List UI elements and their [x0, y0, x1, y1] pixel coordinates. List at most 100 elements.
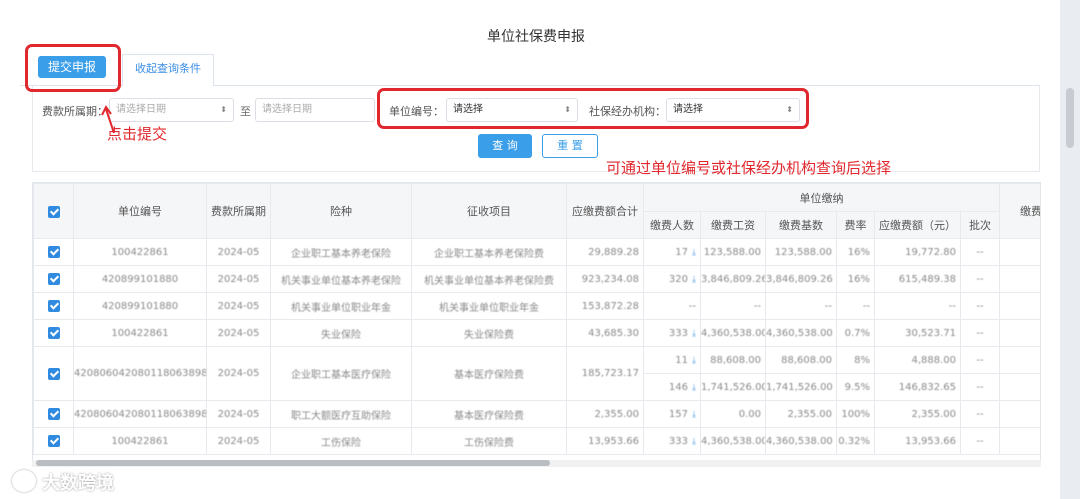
cell-persons-value: 333	[668, 327, 689, 339]
cell-base: 2,355.00	[765, 400, 837, 428]
cell-persons: 11 ⤓	[643, 346, 701, 374]
cell-persons-value: 17	[675, 246, 689, 258]
cell-wage: 1,741,526.00	[700, 373, 766, 401]
cell-rate: 0.7%	[836, 319, 875, 347]
row-checkbox[interactable]	[47, 408, 60, 420]
watermark-text: 大数跨境	[42, 473, 114, 494]
reset-button[interactable]: 重 置	[542, 134, 598, 158]
table-row[interactable]: 420899101880 2024-05 机关事业单位职业年金 机关事业单位职业年金 1…	[33, 292, 1040, 320]
cell-persons-value: 157	[668, 408, 689, 420]
table-row[interactable]: 420899101880 2024-05 机关事业单位基本养老保险 机关事业单位基本养…	[33, 265, 1040, 293]
cell-batch: --	[960, 427, 1000, 455]
row-checkbox[interactable]	[47, 300, 60, 312]
cell-persons: --	[643, 292, 701, 320]
row-select-cell[interactable]	[33, 319, 74, 347]
col-batch: 批次	[960, 211, 1000, 239]
row-select-cell[interactable]	[33, 238, 74, 266]
cell-batch: --	[960, 238, 1000, 266]
download-icon[interactable]: ⤓	[692, 275, 696, 285]
cell-rate: 8%	[836, 346, 875, 374]
period-label: 费款所属期：	[42, 105, 108, 118]
table-row[interactable]: 420806042080118063898 2024-05 企业职工基本医疗保险 基本…	[33, 346, 1040, 401]
cell-persons: 333 ⤓	[643, 319, 701, 347]
cell-batch: --	[960, 346, 1000, 374]
period-to-label: 至	[240, 105, 251, 118]
download-icon[interactable]: ⤓	[692, 356, 696, 366]
row-select-cell[interactable]	[33, 292, 74, 320]
period-from-input[interactable]: 请选择日期 ⬍	[109, 98, 234, 122]
row-checkbox[interactable]	[47, 273, 60, 285]
cell-persons: 320 ⤓	[643, 265, 701, 293]
cell-period: 2024-05	[206, 292, 271, 320]
download-icon[interactable]: ⤓	[692, 437, 696, 447]
cell-base: 4,360,538.00	[765, 319, 837, 347]
cell-insurance: 职工大额医疗互助保险	[270, 400, 412, 428]
page: 单位社保费申报 提交申报 收起查询条件 费款所属期： 请选择日期 ⬍ 至 请选择…	[0, 0, 1080, 499]
window-scrollbar-thumb[interactable]	[1066, 88, 1074, 148]
table-row[interactable]: 100422861 2024-05 工伤保险 工伤保险费 13,953.66 333 ⤓ 4,…	[33, 427, 1040, 455]
collapse-filters-tab[interactable]: 收起查询条件	[122, 54, 214, 86]
cell-period: 2024-05	[206, 427, 271, 455]
download-icon[interactable]: ⤓	[692, 410, 696, 420]
row-select-cell[interactable]	[33, 346, 74, 401]
row-select-cell[interactable]	[33, 265, 74, 293]
period-to-input[interactable]: 请选择日期	[255, 98, 375, 122]
cell-persons2: 157	[999, 346, 1040, 374]
period-from-placeholder: 请选择日期	[116, 104, 166, 115]
row-checkbox[interactable]	[47, 367, 60, 380]
cell-persons2	[999, 400, 1040, 428]
cell-unit-no: 420806042080118063898	[73, 346, 207, 401]
cell-item: 失业保险费	[411, 319, 567, 347]
download-icon[interactable]: ⤓	[692, 248, 696, 258]
cell-batch: --	[960, 265, 1000, 293]
col-rate: 费率	[836, 211, 875, 239]
cell-persons: 157 ⤓	[643, 400, 701, 428]
col-amount: 应缴费额（元）	[874, 211, 961, 239]
annotation-click-submit: 点击提交	[107, 125, 168, 143]
col-wage: 缴费工资	[700, 211, 766, 239]
cell-rate: --	[836, 292, 875, 320]
cell-unit-no: 420899101880	[73, 265, 207, 293]
row-checkbox[interactable]	[47, 327, 60, 339]
download-icon[interactable]: ⤓	[692, 329, 696, 339]
cell-amount: 19,772.80	[874, 238, 961, 266]
cell-persons-value: 320	[668, 273, 689, 285]
annotation-box-filters	[377, 88, 809, 129]
row-select-cell[interactable]	[33, 427, 74, 455]
col-persons2: 缴费人	[999, 183, 1040, 239]
window-scrollbar-track[interactable]	[1060, 0, 1080, 499]
annotation-query-hint: 可通过单位编号或社保经办机构查询后选择	[606, 159, 892, 177]
cell-base: --	[765, 292, 837, 320]
row-checkbox[interactable]	[47, 246, 60, 258]
cell-rate: 16%	[836, 265, 875, 293]
select-all-cell[interactable]	[33, 183, 74, 239]
table-row[interactable]: 100422861 2024-05 失业保险 失业保险费 43,685.30 333 ⤓ 4,…	[33, 319, 1040, 347]
cell-unit-no: 420806042080118063898	[73, 400, 207, 428]
col-base: 缴费基数	[765, 211, 837, 239]
cell-total: 2,355.00	[566, 400, 644, 428]
cell-persons2	[999, 373, 1040, 401]
select-all-checkbox[interactable]	[47, 205, 60, 218]
cell-persons: 333 ⤓	[643, 427, 701, 455]
cell-persons-value: 333	[668, 435, 689, 447]
row-checkbox[interactable]	[47, 435, 60, 447]
row-select-cell[interactable]	[33, 400, 74, 428]
download-icon[interactable]: ⤓	[692, 383, 696, 393]
cell-batch: --	[960, 373, 1000, 401]
cell-item: 机关事业单位基本养老保险费	[411, 265, 567, 293]
cell-base: 123,588.00	[765, 238, 837, 266]
cell-batch: --	[960, 319, 1000, 347]
cell-persons2	[999, 427, 1040, 455]
cell-wage: 4,360,538.00	[700, 427, 766, 455]
table-row[interactable]: 420806042080118063898 2024-05 职工大额医疗互助保险 基本…	[33, 400, 1040, 428]
cell-insurance: 企业职工基本医疗保险	[270, 346, 412, 401]
cell-amount: 4,888.00	[874, 346, 961, 374]
cell-rate: 100%	[836, 400, 875, 428]
cell-persons: 17 ⤓	[643, 238, 701, 266]
cell-persons2: 320	[999, 292, 1040, 320]
table-row[interactable]: 100422861 2024-05 企业职工基本养老保险 企业职工基本养老保险费 29,…	[33, 238, 1040, 266]
cell-wage: 4,360,538.00	[700, 319, 766, 347]
table-hscrollbar-thumb[interactable]	[36, 460, 550, 466]
query-button[interactable]: 查 询	[478, 134, 532, 158]
cell-persons2: 333	[999, 319, 1040, 347]
